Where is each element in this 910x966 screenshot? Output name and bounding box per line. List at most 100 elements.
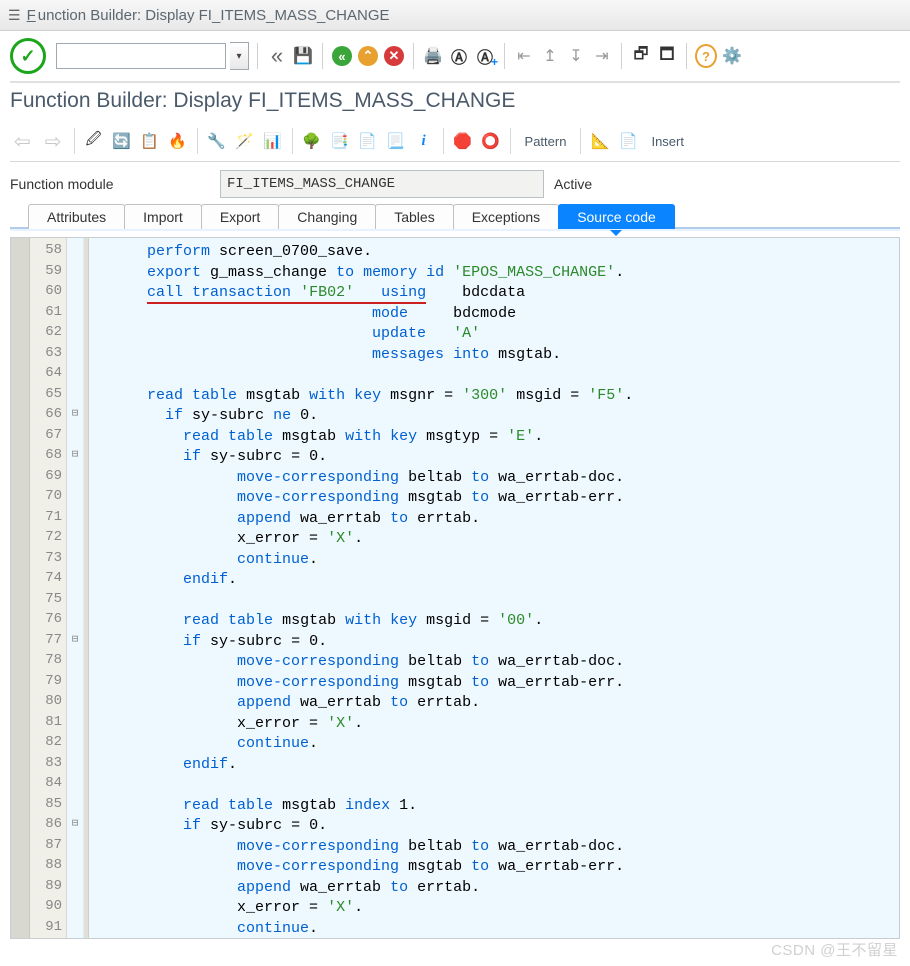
line-number: 77 [30,632,66,653]
function-module-label: Function module [10,176,220,192]
window-titlebar: ☰ Function Builder: Display FI_ITEMS_MAS… [0,0,910,31]
fold-spacer [67,591,83,612]
pretty-printer-icon[interactable]: 📐 [589,130,611,152]
breakpoint2-icon[interactable]: ⭕ [480,130,502,152]
line-number: 85 [30,796,66,817]
outline-icon[interactable]: 📄 [357,130,379,152]
window-menu-icon[interactable]: ☰ [8,7,21,24]
find-icon[interactable]: Ⓐ [448,45,470,67]
fold-toggle-icon[interactable]: ⊟ [67,406,83,427]
exit-button[interactable]: ⌃ [357,45,379,67]
last-page-icon: ⇥ [591,45,613,67]
fold-spacer [67,509,83,530]
line-number: 81 [30,714,66,735]
line-number: 82 [30,734,66,755]
fold-spacer [67,837,83,858]
tab-source-code[interactable]: Source code [558,204,675,229]
other-object-icon[interactable]: 🔄 [111,130,133,152]
cancel-button[interactable]: ✕ [383,45,405,67]
fold-spacer [67,857,83,878]
fold-spacer [67,673,83,694]
toolbar-divider [443,128,444,154]
toolbar-divider [197,128,198,154]
where-used-icon[interactable]: 🪄 [234,130,256,152]
code-text-area[interactable]: perform screen_0700_save. export g_mass_… [89,238,899,938]
doc-icon[interactable]: 📃 [385,130,407,152]
hierarchy-icon[interactable]: 🌳 [301,130,323,152]
line-number: 65 [30,386,66,407]
first-page-icon: ⇤ [513,45,535,67]
new-session-icon[interactable]: 🗗 [630,45,652,67]
command-field-dropdown-icon[interactable]: ▾ [230,42,249,70]
fold-spacer [67,714,83,735]
fold-spacer [67,570,83,591]
line-number: 61 [30,304,66,325]
fold-spacer [67,898,83,919]
fold-spacer [67,304,83,325]
line-number: 67 [30,427,66,448]
toolbar-divider [580,128,581,154]
back-button[interactable]: « [331,45,353,67]
info-icon[interactable]: i [413,130,435,152]
line-number: 79 [30,673,66,694]
fold-gutter[interactable]: ⊟ ⊟ ⊟ ⊟ [67,238,84,938]
insert-icon[interactable]: 📄 [617,130,639,152]
line-number: 68 [30,447,66,468]
code-editor[interactable]: 5859606162636465666768697071727374757677… [10,237,900,939]
fold-spacer [67,427,83,448]
line-number: 78 [30,652,66,673]
line-number: 69 [30,468,66,489]
insert-button[interactable]: Insert [645,134,690,149]
shortcut-icon[interactable]: 🗖 [656,45,678,67]
tab-changing[interactable]: Changing [278,204,376,229]
tab-attributes[interactable]: Attributes [28,204,125,229]
breakpoint-icon[interactable]: 🛑 [452,130,474,152]
line-number-gutter: 5859606162636465666768697071727374757677… [30,238,67,938]
tab-export[interactable]: Export [201,204,279,229]
fold-spacer [67,755,83,776]
line-number: 64 [30,365,66,386]
hierarchy2-icon[interactable]: 📑 [329,130,351,152]
fold-spacer [67,796,83,817]
settings-icon[interactable]: ⚙️ [721,45,743,67]
find-next-icon[interactable]: Ⓐ+ [474,45,496,67]
line-number: 76 [30,611,66,632]
toolbar-divider [292,128,293,154]
fold-toggle-icon[interactable]: ⊟ [67,816,83,837]
fold-spacer [67,529,83,550]
line-number: 59 [30,263,66,284]
line-number: 75 [30,591,66,612]
line-number: 60 [30,283,66,304]
tab-exceptions[interactable]: Exceptions [453,204,559,229]
fold-toggle-icon[interactable]: ⊟ [67,447,83,468]
toolbar-divider [686,43,687,69]
tab-tables[interactable]: Tables [375,204,453,229]
display-change-icon[interactable]: 🖉 [83,130,105,152]
test-icon[interactable]: 🔧 [206,130,228,152]
activate-icon[interactable]: 🔥 [167,130,189,152]
tab-import[interactable]: Import [124,204,202,229]
display-list-icon[interactable]: 📊 [262,130,284,152]
window-title-accesskey: F [27,7,36,24]
enter-ok-button[interactable]: ✓ [10,38,46,74]
function-module-field[interactable] [220,170,544,198]
toolbar-divider [621,43,622,69]
toolbar-divider [504,43,505,69]
check-icon[interactable]: 📋 [139,130,161,152]
print-icon[interactable]: 🖨️ [422,45,444,67]
fold-spacer [67,550,83,571]
toolbar-divider [413,43,414,69]
rewind-icon[interactable]: « [266,45,288,67]
pattern-button[interactable]: Pattern [519,134,573,149]
watermark-text: CSDN @王不留星 [771,939,898,960]
fold-toggle-icon[interactable]: ⊟ [67,632,83,653]
command-field[interactable] [56,43,226,69]
fold-spacer [67,652,83,673]
line-number: 87 [30,837,66,858]
prev-page-icon: ↥ [539,45,561,67]
fold-spacer [67,242,83,263]
back-arrow-icon: ⇦ [10,129,35,154]
line-number: 83 [30,755,66,776]
help-icon[interactable]: ? [695,45,717,67]
toolbar-divider [510,128,511,154]
